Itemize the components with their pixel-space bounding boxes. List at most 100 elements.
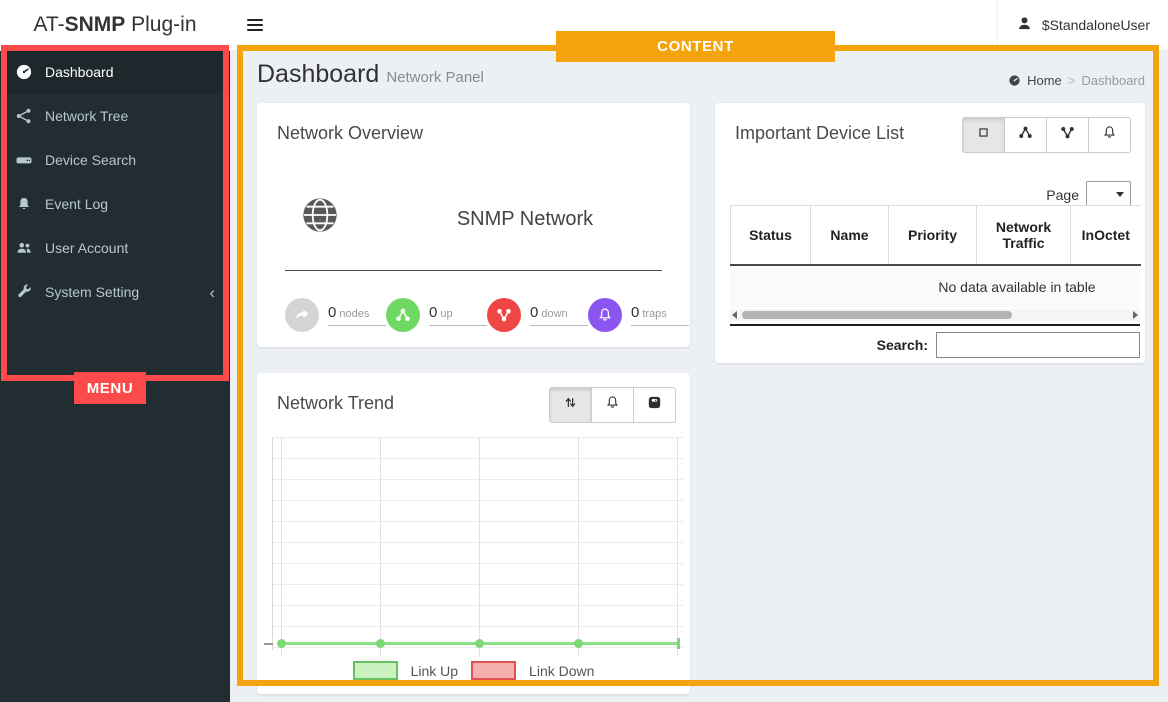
trend-toolbar [549, 387, 676, 423]
gridline [677, 437, 678, 657]
search-input[interactable] [936, 332, 1140, 358]
link-down-swatch [471, 661, 517, 680]
caret-down-icon [1116, 192, 1124, 197]
link-up-swatch [352, 661, 398, 680]
sidebar-item-network-tree[interactable]: Network Tree [0, 94, 230, 138]
sidebar-item-label: Dashboard [45, 64, 114, 80]
stat-nodes-link[interactable]: 0 nodes [328, 304, 386, 326]
app-logo[interactable]: AT-SNMP Plug-in [0, 0, 230, 50]
stat-traps-link[interactable]: 0 traps [631, 304, 689, 326]
stat-down-link[interactable]: 0 down [530, 304, 588, 326]
sidebar-item-system-setting[interactable]: System Setting ‹ [0, 270, 230, 314]
username-label: $StandaloneUser [1041, 17, 1150, 33]
filter-all-button[interactable] [962, 117, 1005, 153]
app-window: AT-SNMP Plug-in $StandaloneUser Dashboar… [0, 0, 1168, 702]
share-icon [285, 298, 319, 332]
page-title: Dashboard Network Panel [257, 60, 484, 88]
nodes-up-icon [386, 298, 420, 332]
bell-icon [15, 195, 33, 213]
device-table: Status Name Priority Network Traffic InO… [730, 205, 1141, 266]
column-header-name[interactable]: Name [810, 205, 889, 266]
stat-up-link[interactable]: 0 up [429, 304, 487, 326]
scroll-left-icon[interactable] [732, 311, 737, 319]
table-bottom-border [730, 324, 1140, 326]
gauge-icon [15, 63, 33, 81]
globe-icon [300, 195, 340, 240]
sidebar-item-user-account[interactable]: User Account [0, 226, 230, 270]
column-header-priority[interactable]: Priority [888, 205, 977, 266]
gridline [479, 437, 480, 657]
series-end-cap [677, 638, 680, 649]
filter-down-button[interactable] [1047, 117, 1089, 153]
horizontal-scrollbar[interactable] [730, 309, 1140, 321]
sidebar-item-label: Device Search [45, 152, 137, 168]
panel-title: Network Trend [277, 393, 395, 413]
users-icon [15, 239, 33, 257]
legend-label-link-up: Link Up [410, 662, 459, 679]
network-name-label: SNMP Network [456, 208, 594, 230]
logo-suffix: Plug-in [125, 13, 197, 36]
stat-nodes: 0 nodes [285, 298, 386, 332]
sidebar-item-device-search[interactable]: Device Search [0, 138, 230, 182]
scrollbar-thumb[interactable] [742, 311, 1012, 319]
filter-up-button[interactable] [1005, 117, 1047, 153]
divider [285, 270, 662, 271]
panel-title: Important Device List [735, 123, 905, 143]
breadcrumb-home-link[interactable]: Home [1027, 73, 1062, 88]
column-header-status[interactable]: Status [730, 205, 811, 266]
breadcrumb-separator: > [1067, 73, 1076, 88]
content-area: Dashboard Network Panel Home > Dashboard … [230, 50, 1168, 702]
sidebar-item-dashboard[interactable]: Dashboard [0, 50, 230, 94]
gridline [578, 437, 579, 657]
legend-label-link-down: Link Down [529, 662, 595, 679]
scroll-right-icon[interactable] [1133, 311, 1138, 319]
sidebar-item-label: User Account [45, 240, 129, 256]
sidebar-toggle-button[interactable] [232, 0, 278, 50]
network-tree-icon [15, 107, 33, 125]
user-menu[interactable]: $StandaloneUser [996, 0, 1168, 50]
nodes-down-icon [1059, 124, 1076, 146]
bell-icon [604, 394, 621, 416]
column-header-inoctet[interactable]: InOctet [1070, 205, 1141, 266]
data-point [475, 639, 484, 648]
sidebar-item-label: Event Log [45, 196, 109, 212]
bell-icon [1101, 124, 1118, 146]
hamburger-icon [247, 19, 263, 21]
trend-load-button[interactable] [634, 387, 676, 423]
stat-traps: 0 traps [588, 298, 689, 332]
axis-tick [264, 643, 273, 645]
nodes-down-icon [487, 298, 521, 332]
page-label: Page [1046, 186, 1079, 203]
square-icon [975, 124, 992, 146]
page-select-dropdown[interactable] [1086, 181, 1131, 208]
gauge-icon [1008, 74, 1021, 87]
data-point [376, 639, 385, 648]
filter-traps-button[interactable] [1089, 117, 1131, 153]
stat-up: 0 up [386, 298, 487, 332]
chevron-left-icon: ‹ [209, 282, 215, 302]
user-icon [1016, 15, 1033, 35]
chart-legend: Link Up Link Down [257, 661, 690, 680]
page-selector-row: Page [1046, 181, 1131, 208]
breadcrumb-current: Dashboard [1081, 73, 1145, 88]
empty-table-message: No data available in table [938, 279, 1096, 295]
gridline [281, 437, 282, 657]
gridline [380, 437, 381, 657]
stat-down: 0 down [487, 298, 588, 332]
page-subtitle: Network Panel [386, 69, 484, 86]
sidebar-item-label: Network Tree [45, 108, 129, 124]
column-header-network-traffic[interactable]: Network Traffic [976, 205, 1071, 266]
nodes-up-icon [1017, 124, 1034, 146]
sidebar-item-event-log[interactable]: Event Log [0, 182, 230, 226]
sidebar-menu: Dashboard Network Tree Device Search Eve… [0, 50, 230, 702]
network-stats-row: 0 nodes 0 up 0 down 0 traps [285, 298, 689, 332]
scale-icon [646, 394, 663, 416]
important-device-list-panel: Important Device List Page Status Name P… [715, 103, 1145, 363]
trend-traps-button[interactable] [592, 387, 634, 423]
device-list-toolbar [962, 117, 1131, 153]
sort-arrows-icon [562, 394, 579, 416]
table-search-row: Search: [730, 332, 1140, 358]
top-header: AT-SNMP Plug-in $StandaloneUser [0, 0, 1168, 51]
trend-traffic-button[interactable] [549, 387, 592, 423]
panel-title: Network Overview [277, 123, 424, 143]
